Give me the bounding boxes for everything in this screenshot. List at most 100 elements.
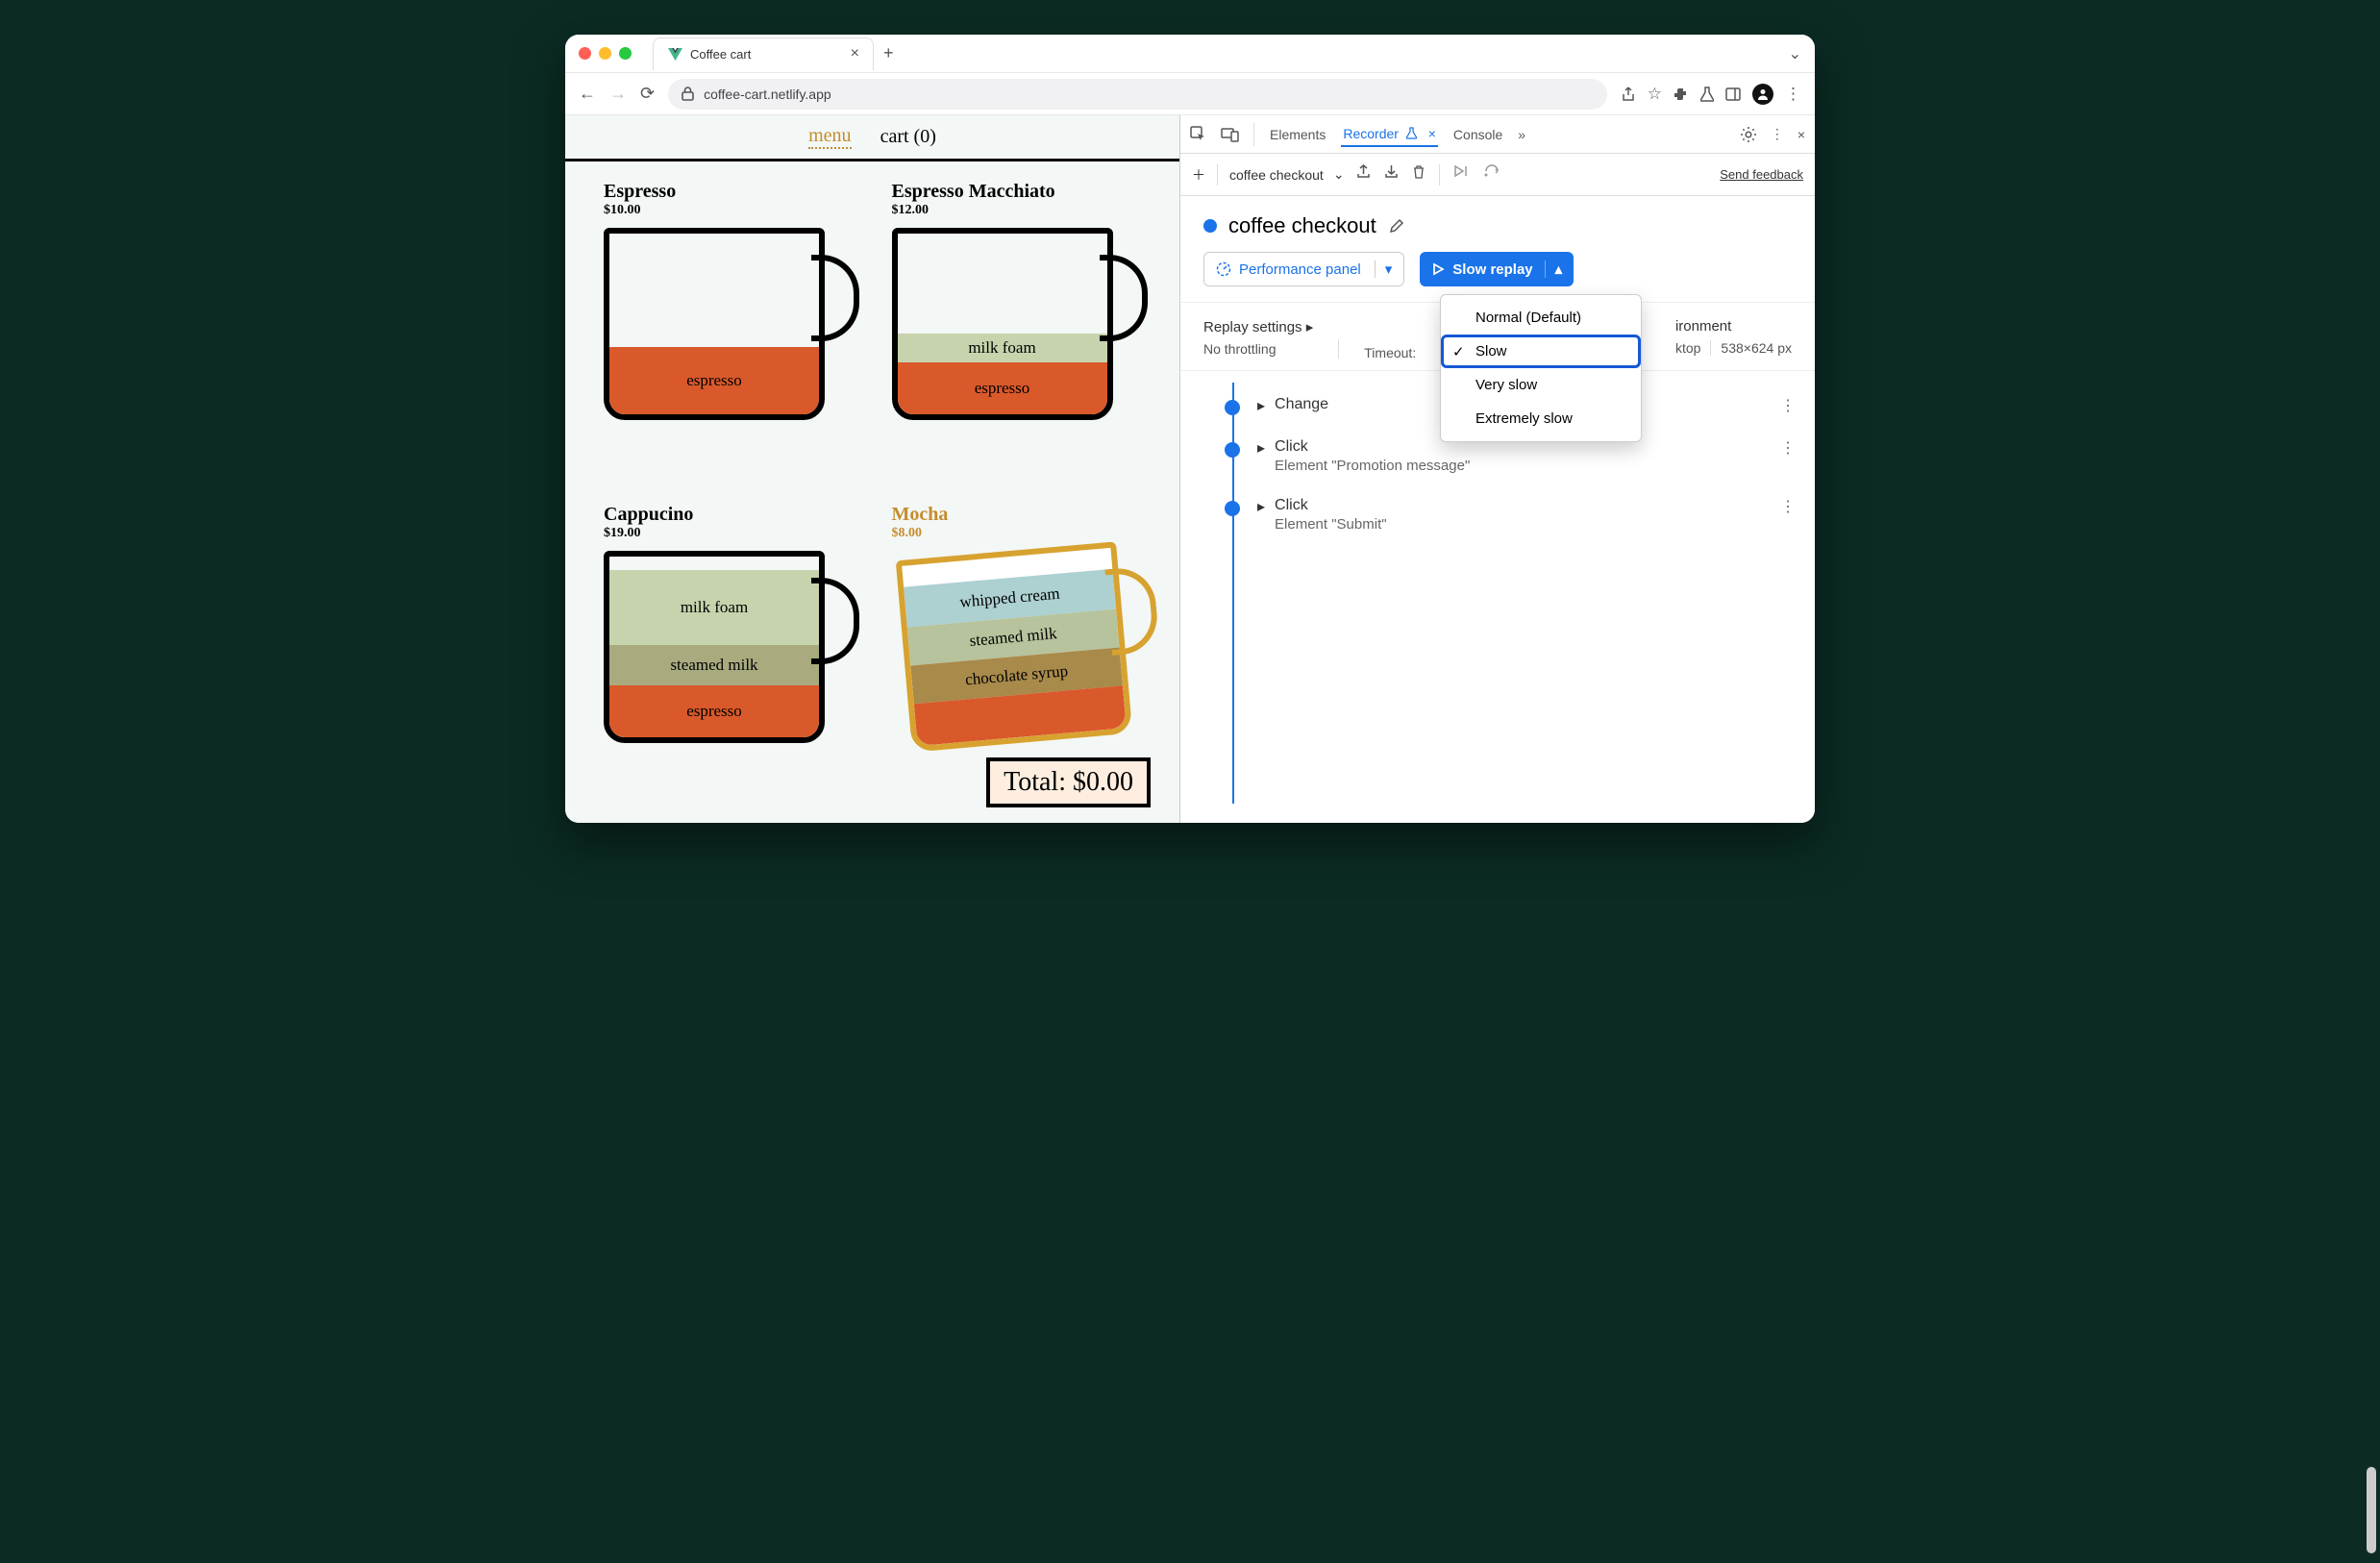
chevron-down-icon: ⌄: [1333, 166, 1345, 183]
viewport-dimensions: 538×624 px: [1721, 340, 1792, 356]
send-feedback-link[interactable]: Send feedback: [1720, 167, 1803, 182]
close-window-button[interactable]: [579, 47, 591, 60]
item-name: Cappucino: [604, 504, 854, 526]
maximize-window-button[interactable]: [619, 47, 632, 60]
item-price: $8.00: [892, 526, 1142, 541]
step-menu-icon[interactable]: ⋮: [1780, 497, 1796, 516]
recording-selector[interactable]: coffee checkout ⌄: [1229, 166, 1345, 183]
device-toggle-icon[interactable]: [1221, 127, 1240, 142]
layer-espresso: espresso: [609, 347, 819, 414]
environment-heading: ironment: [1675, 318, 1792, 335]
cup-icon: milk foamespresso: [892, 228, 1113, 420]
continue-icon[interactable]: [1453, 164, 1471, 186]
replay-dropdown-icon[interactable]: ▴: [1545, 260, 1563, 278]
speed-very-slow[interactable]: Very slow: [1441, 368, 1641, 402]
layer-espresso: espresso: [898, 362, 1107, 414]
cup-handle-icon: [1104, 565, 1160, 656]
chevron-right-icon: ▸: [1306, 319, 1314, 335]
step-icon[interactable]: [1484, 164, 1501, 186]
recording-title: coffee checkout: [1228, 213, 1376, 238]
tabs-more-icon[interactable]: »: [1518, 127, 1525, 142]
coffee-app: menu cart (0) Espresso$10.00espressoEspr…: [565, 115, 1180, 823]
address-bar[interactable]: coffee-cart.netlify.app: [668, 79, 1607, 110]
expand-step-icon[interactable]: ▸: [1257, 438, 1265, 458]
step-menu-icon[interactable]: ⋮: [1780, 396, 1796, 415]
new-tab-button[interactable]: +: [883, 43, 894, 63]
slow-replay-button[interactable]: Slow replay ▴: [1420, 252, 1574, 286]
speed-slow[interactable]: Slow: [1441, 335, 1641, 368]
extensions-icon[interactable]: [1673, 87, 1689, 102]
layer-espresso: espresso: [609, 685, 819, 737]
step-title: Click: [1275, 438, 1470, 456]
panel-icon[interactable]: [1725, 87, 1741, 101]
tab-close-icon[interactable]: ×: [1428, 126, 1436, 141]
settings-gear-icon[interactable]: [1740, 126, 1757, 143]
coffee-item[interactable]: Espresso$10.00espresso: [604, 181, 854, 481]
item-name: Espresso Macchiato: [892, 181, 1142, 203]
step-dot-icon: [1225, 400, 1240, 415]
new-recording-button[interactable]: ＋: [1192, 165, 1205, 185]
tabs-overflow-icon[interactable]: ⌄: [1789, 44, 1801, 63]
devtools-kebab-icon[interactable]: ⋮: [1771, 126, 1784, 142]
layer-milkfoam: milk foam: [609, 570, 819, 645]
cup-icon: espresso: [604, 228, 825, 420]
step-title: Change: [1275, 396, 1328, 413]
tab-console[interactable]: Console: [1451, 123, 1504, 146]
tab-elements[interactable]: Elements: [1268, 123, 1327, 146]
throttle-value: No throttling: [1203, 341, 1276, 357]
titlebar: Coffee cart × + ⌄: [565, 35, 1815, 73]
share-icon[interactable]: [1621, 87, 1636, 102]
step-detail: Element "Promotion message": [1275, 458, 1470, 474]
tab-title: Coffee cart: [690, 47, 751, 62]
reload-button[interactable]: ⟳: [640, 84, 655, 104]
cup-handle-icon: [811, 255, 859, 341]
replay-settings-toggle[interactable]: Replay settings: [1203, 319, 1302, 335]
speed-normal[interactable]: Normal (Default): [1441, 301, 1641, 335]
url-text: coffee-cart.netlify.app: [704, 87, 831, 102]
browser-window: Coffee cart × + ⌄ ← → ⟳ coffee-cart.netl…: [565, 35, 1815, 823]
expand-step-icon[interactable]: ▸: [1257, 497, 1265, 516]
perf-dropdown-icon[interactable]: ▾: [1375, 260, 1393, 278]
labs-icon[interactable]: [1700, 87, 1714, 102]
speed-extremely-slow[interactable]: Extremely slow: [1441, 402, 1641, 435]
recording-step[interactable]: ▸ Click Element "Submit" ⋮: [1223, 485, 1796, 544]
nav-menu[interactable]: menu: [808, 125, 851, 149]
coffee-item[interactable]: Espresso Macchiato$12.00milk foamespress…: [892, 181, 1142, 481]
total-box[interactable]: Total: $0.00: [986, 757, 1151, 807]
forward-button[interactable]: →: [609, 84, 627, 104]
profile-avatar[interactable]: [1752, 84, 1773, 105]
import-icon[interactable]: [1384, 164, 1399, 186]
coffee-item[interactable]: Cappucino$19.00 milk foamsteamed milkespr…: [604, 504, 854, 804]
cup-icon: milk foamsteamed milkespresso: [604, 551, 825, 743]
tab-close-icon[interactable]: ×: [851, 45, 859, 62]
layer-steamed: steamed milk: [609, 645, 819, 685]
item-price: $10.00: [604, 203, 854, 218]
layer-milkfoam: milk foam: [898, 334, 1107, 362]
item-price: $19.00: [604, 526, 854, 541]
cup-handle-icon: [1100, 255, 1148, 341]
inspect-icon[interactable]: [1190, 126, 1207, 143]
minimize-window-button[interactable]: [599, 47, 611, 60]
devtools: Elements Recorder × Console » ⋮ × ＋: [1180, 115, 1815, 823]
step-menu-icon[interactable]: ⋮: [1780, 438, 1796, 458]
delete-icon[interactable]: [1412, 164, 1426, 186]
expand-step-icon[interactable]: ▸: [1257, 396, 1265, 415]
cup-icon: whipped creamsteamed milkchocolate syrup: [895, 541, 1132, 752]
browser-tab[interactable]: Coffee cart ×: [653, 37, 874, 70]
bookmark-icon[interactable]: ☆: [1648, 85, 1662, 104]
step-title: Click: [1275, 497, 1387, 514]
recording-status-icon: [1203, 219, 1217, 233]
nav-cart[interactable]: cart (0): [880, 126, 936, 148]
back-button[interactable]: ←: [579, 84, 596, 104]
step-dot-icon: [1225, 501, 1240, 516]
step-detail: Element "Submit": [1275, 516, 1387, 533]
performance-panel-button[interactable]: Performance panel ▾: [1203, 252, 1404, 286]
tab-recorder[interactable]: Recorder ×: [1341, 122, 1438, 147]
export-icon[interactable]: [1356, 164, 1371, 186]
item-name: Mocha: [892, 504, 1142, 526]
edit-title-icon[interactable]: [1388, 217, 1405, 235]
kebab-menu-icon[interactable]: ⋮: [1785, 85, 1801, 104]
vue-favicon-icon: [667, 46, 682, 62]
devtools-close-icon[interactable]: ×: [1797, 127, 1805, 142]
lock-icon: [682, 87, 694, 101]
